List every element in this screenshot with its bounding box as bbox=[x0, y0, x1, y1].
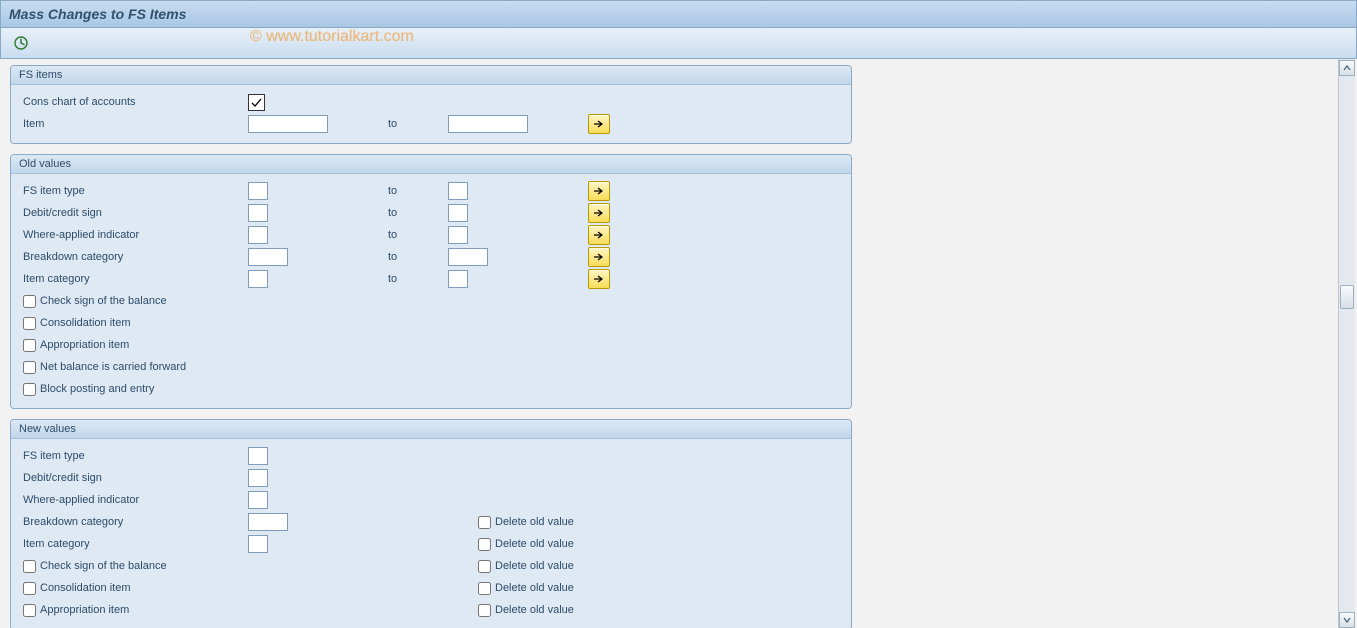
arrow-right-icon bbox=[593, 208, 605, 218]
execute-button[interactable] bbox=[9, 32, 33, 54]
arrow-right-icon bbox=[593, 119, 605, 129]
label-old-where-applied: Where-applied indicator bbox=[21, 229, 248, 241]
new-consolidation-label: Consolidation item bbox=[40, 582, 131, 594]
old-where-applied-from-input[interactable] bbox=[248, 226, 268, 244]
new-breakdown-delete-checkbox[interactable] bbox=[478, 516, 491, 529]
item-multiple-selection-button[interactable] bbox=[588, 114, 610, 134]
old-where-applied-msel-button[interactable] bbox=[588, 225, 610, 245]
group-header-new-values: New values bbox=[11, 420, 851, 439]
vertical-scrollbar[interactable] bbox=[1338, 59, 1355, 628]
new-check-sign-label: Check sign of the balance bbox=[40, 560, 167, 572]
new-item-category-input[interactable] bbox=[248, 535, 268, 553]
scroll-area: FS items Cons chart of accounts Item bbox=[0, 59, 1357, 628]
old-item-category-to-input[interactable] bbox=[448, 270, 468, 288]
group-old-values: Old values FS item type to Debit/credit … bbox=[10, 154, 852, 409]
old-block-posting-checkbox[interactable] bbox=[23, 383, 36, 396]
old-appropriation-label: Appropriation item bbox=[40, 339, 129, 351]
title-bar: Mass Changes to FS Items bbox=[0, 0, 1357, 28]
old-fs-item-type-to-input[interactable] bbox=[448, 182, 468, 200]
scroll-down-button[interactable] bbox=[1339, 612, 1355, 628]
old-fs-item-type-from-input[interactable] bbox=[248, 182, 268, 200]
scroll-thumb[interactable] bbox=[1340, 285, 1354, 309]
toolbar bbox=[0, 28, 1357, 59]
new-debit-credit-input[interactable] bbox=[248, 469, 268, 487]
new-appropriation-checkbox[interactable] bbox=[23, 604, 36, 617]
new-consolidation-delete-checkbox[interactable] bbox=[478, 582, 491, 595]
chevron-down-icon bbox=[1343, 616, 1351, 624]
old-check-sign-checkbox[interactable] bbox=[23, 295, 36, 308]
arrow-right-icon bbox=[593, 252, 605, 262]
group-header-fs-items: FS items bbox=[11, 66, 851, 85]
old-net-balance-label: Net balance is carried forward bbox=[40, 361, 186, 373]
label-new-item-category: Item category bbox=[21, 538, 248, 550]
label-new-breakdown: Breakdown category bbox=[21, 516, 248, 528]
to-label: to bbox=[388, 185, 448, 197]
old-breakdown-from-input[interactable] bbox=[248, 248, 288, 266]
old-check-sign-label: Check sign of the balance bbox=[40, 295, 167, 307]
label-new-fs-item-type: FS item type bbox=[21, 450, 248, 462]
label-old-debit-credit: Debit/credit sign bbox=[21, 207, 248, 219]
old-block-posting-label: Block posting and entry bbox=[40, 383, 154, 395]
old-item-category-from-input[interactable] bbox=[248, 270, 268, 288]
old-appropriation-checkbox[interactable] bbox=[23, 339, 36, 352]
old-breakdown-to-input[interactable] bbox=[448, 248, 488, 266]
clock-execute-icon bbox=[13, 35, 29, 51]
group-header-old-values: Old values bbox=[11, 155, 851, 174]
label-old-item-category: Item category bbox=[21, 273, 248, 285]
new-breakdown-input[interactable] bbox=[248, 513, 288, 531]
arrow-right-icon bbox=[593, 230, 605, 240]
new-check-sign-delete-checkbox[interactable] bbox=[478, 560, 491, 573]
old-item-category-msel-button[interactable] bbox=[588, 269, 610, 289]
old-fs-item-type-msel-button[interactable] bbox=[588, 181, 610, 201]
chevron-up-icon bbox=[1343, 64, 1351, 72]
arrow-right-icon bbox=[593, 186, 605, 196]
old-debit-credit-msel-button[interactable] bbox=[588, 203, 610, 223]
new-item-category-delete-checkbox[interactable] bbox=[478, 538, 491, 551]
group-fs-items: FS items Cons chart of accounts Item bbox=[10, 65, 852, 144]
new-check-sign-checkbox[interactable] bbox=[23, 560, 36, 573]
item-to-input[interactable] bbox=[448, 115, 528, 133]
old-debit-credit-from-input[interactable] bbox=[248, 204, 268, 222]
old-consolidation-checkbox[interactable] bbox=[23, 317, 36, 330]
new-fs-item-type-input[interactable] bbox=[248, 447, 268, 465]
arrow-right-icon bbox=[593, 274, 605, 284]
label-item: Item bbox=[21, 118, 248, 130]
scroll-track[interactable] bbox=[1340, 77, 1354, 611]
group-new-values: New values FS item type Debit/credit sig… bbox=[10, 419, 852, 628]
scroll-up-button[interactable] bbox=[1339, 60, 1355, 76]
delete-old-label: Delete old value bbox=[495, 516, 574, 528]
new-where-applied-input[interactable] bbox=[248, 491, 268, 509]
to-label-item: to bbox=[388, 118, 448, 130]
new-appropriation-delete-checkbox[interactable] bbox=[478, 604, 491, 617]
old-net-balance-checkbox[interactable] bbox=[23, 361, 36, 374]
label-cons-chart: Cons chart of accounts bbox=[21, 96, 248, 108]
old-debit-credit-to-input[interactable] bbox=[448, 204, 468, 222]
label-new-debit-credit: Debit/credit sign bbox=[21, 472, 248, 484]
item-from-input[interactable] bbox=[248, 115, 328, 133]
new-appropriation-label: Appropriation item bbox=[40, 604, 129, 616]
new-consolidation-checkbox[interactable] bbox=[23, 582, 36, 595]
check-icon bbox=[251, 97, 262, 108]
label-old-breakdown: Breakdown category bbox=[21, 251, 248, 263]
label-new-where-applied: Where-applied indicator bbox=[21, 494, 248, 506]
old-where-applied-to-input[interactable] bbox=[448, 226, 468, 244]
label-old-fs-item-type: FS item type bbox=[21, 185, 248, 197]
old-consolidation-label: Consolidation item bbox=[40, 317, 131, 329]
cons-chart-f4-button[interactable] bbox=[248, 94, 265, 111]
page-title: Mass Changes to FS Items bbox=[9, 6, 186, 22]
old-breakdown-msel-button[interactable] bbox=[588, 247, 610, 267]
